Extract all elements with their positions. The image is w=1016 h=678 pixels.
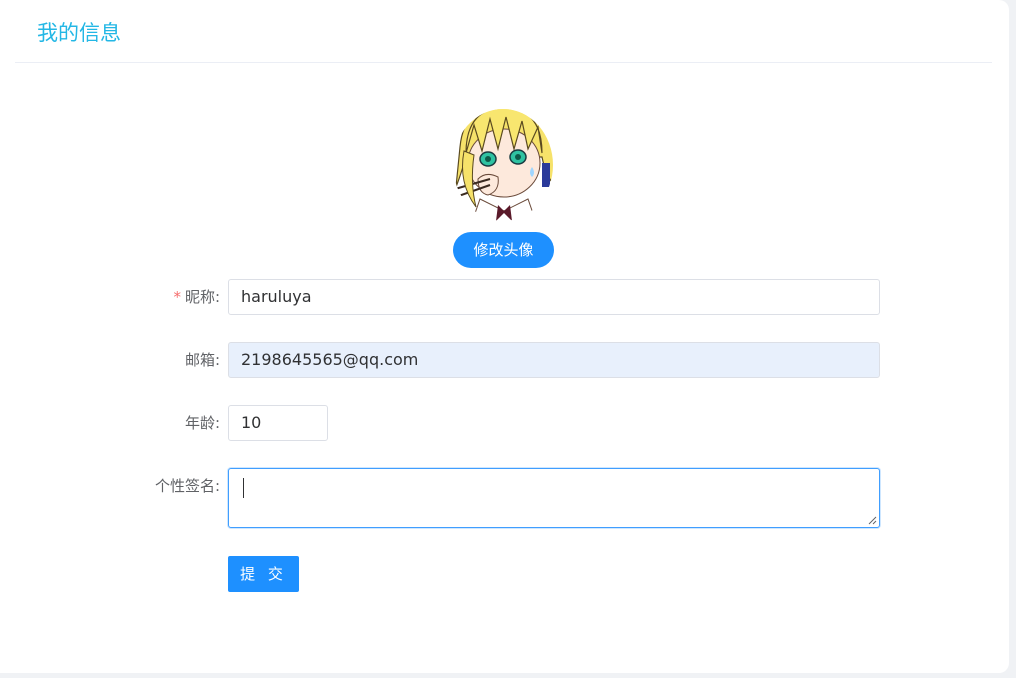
nickname-input[interactable]: haruluya (228, 279, 880, 315)
email-input[interactable]: 2198645565@qq.com (228, 342, 880, 378)
change-avatar-button[interactable]: 修改头像 (453, 232, 554, 268)
age-input[interactable]: 10 (228, 405, 328, 441)
age-label: 年龄: (184, 414, 220, 432)
resize-handle-icon[interactable] (867, 515, 877, 525)
required-mark: * (173, 288, 181, 306)
nickname-label: * 昵称: (173, 288, 220, 306)
avatar (446, 87, 560, 222)
page-title: 我的信息 (37, 21, 121, 45)
submit-button[interactable]: 提 交 (228, 556, 299, 592)
signature-label: 个性签名: (154, 477, 220, 495)
profile-card: 我的信息 修改头像 * 昵称: haruluya 邮箱: 2198645565@… (0, 0, 1009, 673)
text-caret (243, 478, 244, 498)
signature-textarea[interactable] (228, 468, 880, 528)
email-label: 邮箱: (184, 351, 220, 369)
card-header: 我的信息 (15, 0, 992, 63)
avatar-image (453, 109, 553, 221)
